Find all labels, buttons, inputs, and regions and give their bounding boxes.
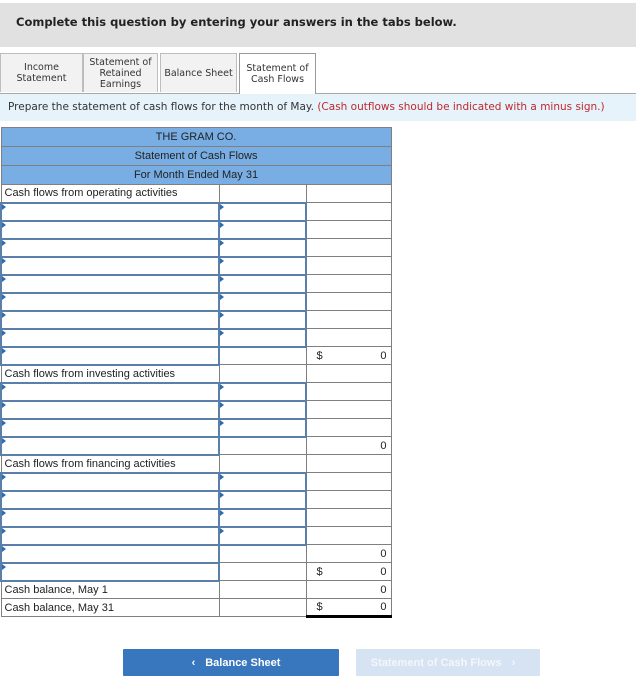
financing-item-input[interactable] [0,489,220,510]
currency-symbol: $ [316,601,323,613]
tab-retained-earnings[interactable]: Statement of Retained Earnings [83,53,158,92]
investing-subtotal-value: 0 [380,439,387,452]
investing-section-label: Cash flows from investing activities [0,364,220,383]
financing-amount-input[interactable] [218,489,307,510]
chevron-left-icon: ‹ [191,656,196,669]
financing-item-input[interactable] [0,525,220,546]
currency-symbol: $ [316,565,323,578]
financing-row [0,507,392,528]
financing-item-input[interactable] [0,471,220,492]
next-tab-label: Statement of Cash Flows [370,656,502,669]
investing-item-input[interactable] [0,417,220,438]
investing-amount-input[interactable] [218,381,307,402]
operating-row [0,219,392,240]
operating-subtotal-label-input[interactable] [0,345,220,366]
financing-amount-input[interactable] [218,507,307,528]
financing-row [0,525,392,546]
financing-amount-input[interactable] [218,525,307,546]
investing-subtotal-label-input[interactable] [0,435,220,456]
operating-row [0,309,392,330]
tab-label: Income Statement [16,62,67,84]
financing-subtotal-row: 0 [0,543,392,564]
operating-item-input[interactable] [0,237,220,258]
financing-item-input[interactable] [0,507,220,528]
operating-amount-input[interactable] [218,219,307,240]
ending-cash-value: 0 [380,601,387,613]
operating-amount-input[interactable] [218,255,307,276]
operating-item-input[interactable] [0,309,220,330]
cash-flow-table: THE GRAM CO. Statement of Cash Flows For… [0,127,392,618]
operating-row [0,201,392,222]
operating-item-input[interactable] [0,219,220,240]
net-change-label-input[interactable] [0,561,220,582]
investing-amount-input[interactable] [218,399,307,420]
chevron-right-icon: › [511,656,516,669]
beginning-cash-label: Cash balance, May 1 [0,580,220,599]
operating-subtotal-row: $0 [0,345,392,366]
operating-item-input[interactable] [0,273,220,294]
operating-amount-input[interactable] [218,291,307,312]
tab-income-statement[interactable]: Income Statement [0,53,83,92]
operating-row [0,237,392,258]
tab-label: Statement of Cash Flows [246,63,309,85]
ending-cash-label: Cash balance, May 31 [0,598,220,617]
operating-subtotal-value: 0 [380,349,387,362]
investing-row [0,399,392,420]
operating-section-label: Cash flows from operating activities [0,184,220,203]
instruction-bar: Prepare the statement of cash flows for … [0,94,636,121]
beginning-cash-value: 0 [380,583,387,596]
banner-text: Complete this question by entering your … [16,15,457,29]
statement-period: For Month Ended May 31 [0,165,392,185]
tab-label: Balance Sheet [164,67,233,79]
operating-row [0,255,392,276]
operating-amount-input[interactable] [218,273,307,294]
instruction-note: (Cash outflows should be indicated with … [317,101,605,113]
currency-symbol: $ [316,349,323,362]
operating-item-input[interactable] [0,291,220,312]
operating-item-input[interactable] [0,255,220,276]
ending-cash-row: Cash balance, May 31 $0 [0,598,392,618]
operating-amount-input[interactable] [218,201,307,222]
instructions-banner: Complete this question by entering your … [0,3,636,47]
financing-section-label: Cash flows from financing activities [0,454,220,473]
financing-row [0,489,392,510]
financing-subtotal-label-input[interactable] [0,543,220,564]
net-change-value: 0 [380,565,387,578]
investing-subtotal-row: 0 [0,435,392,456]
operating-amount-input[interactable] [218,309,307,330]
investing-item-input[interactable] [0,381,220,402]
next-tab-button[interactable]: Statement of Cash Flows › [356,649,540,676]
operating-row [0,291,392,312]
investing-amount-input[interactable] [218,417,307,438]
operating-item-input[interactable] [0,201,220,222]
prev-tab-label: Balance Sheet [205,656,281,669]
tab-label: Statement of Retained Earnings [89,56,152,90]
financing-subtotal-value: 0 [380,547,387,560]
prev-tab-button[interactable]: ‹ Balance Sheet [123,649,339,676]
investing-row [0,381,392,402]
tab-bar: Income Statement Statement of Retained Earn… [0,53,636,94]
financing-row [0,471,392,492]
operating-row [0,273,392,294]
statement-title: Statement of Cash Flows [0,146,392,166]
instruction-text: Prepare the statement of cash flows for … [8,101,314,113]
operating-amount-input[interactable] [218,237,307,258]
beginning-cash-row: Cash balance, May 1 0 [0,580,392,599]
net-change-row: $0 [0,561,392,582]
investing-row [0,417,392,438]
operating-item-input[interactable] [0,327,220,348]
tab-cash-flows[interactable]: Statement of Cash Flows [239,53,316,94]
tab-balance-sheet[interactable]: Balance Sheet [160,53,237,92]
operating-amount-input[interactable] [218,327,307,348]
financing-amount-input[interactable] [218,471,307,492]
investing-item-input[interactable] [0,399,220,420]
company-name: THE GRAM CO. [0,127,392,147]
operating-row [0,327,392,348]
